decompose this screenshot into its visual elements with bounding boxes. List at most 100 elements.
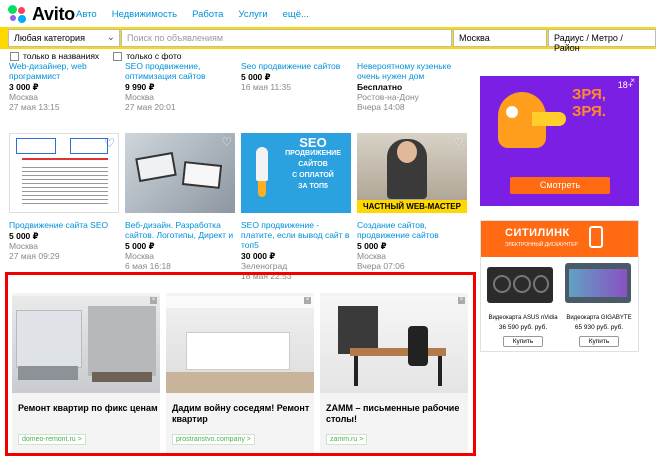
seo-line: С ОПЛАТОЙ (292, 172, 334, 179)
with-photo-label: только с фото (126, 51, 182, 61)
with-photo-checkbox[interactable]: только с фото (113, 51, 182, 61)
seo-line: SEO (299, 135, 327, 150)
ad-image[interactable] (320, 296, 468, 393)
listing-location: Москва (125, 92, 155, 102)
listing-location: Москва (9, 241, 39, 251)
listing-card[interactable]: Web-дизайнер, web программист 3 000 ₽ Мо… (9, 61, 119, 112)
listing-title[interactable]: Создание сайтов, продвижение сайтов (357, 220, 467, 240)
listing-price: 5 000 ₽ (9, 231, 39, 241)
listing-date: 27 мая 09:29 (9, 251, 60, 261)
interior-wall (88, 306, 156, 376)
top-navigation: Avito Авто Недвижимость Работа Услуги ещ… (0, 0, 656, 26)
nav-link-services[interactable]: Услуги (238, 9, 267, 20)
promo-banner[interactable]: 18+ × ЗРЯ, ЗРЯ. Смотреть (480, 76, 639, 206)
favorite-heart-icon[interactable]: ♡ (221, 135, 232, 149)
seo-line: ЗА ТОП5 (298, 183, 328, 190)
sofa-shape (18, 366, 78, 380)
ad-title[interactable]: ZAMM – письменные рабочие столы! (326, 403, 466, 425)
ad-domain[interactable]: domeo-remont.ru > (18, 434, 86, 445)
close-icon[interactable]: × (304, 297, 311, 304)
listing-card[interactable]: Продвижение сайта SEO 5 000 ₽ Москва 27 … (9, 220, 119, 261)
listing-location: Москва (357, 251, 387, 261)
product-name: Видеокарта GIGABYTE (566, 315, 632, 321)
listing-image[interactable]: ЧАСТНЫЙ WEB-МАСТЕР ♡ (357, 133, 467, 213)
close-icon[interactable]: × (458, 297, 465, 304)
window-shape (16, 310, 82, 368)
buy-button[interactable]: Купить (503, 336, 543, 347)
search-input[interactable]: Поиск по объявлениям (121, 29, 452, 47)
checkbox-box[interactable] (10, 51, 19, 61)
listing-date: 27 мая 13:15 (9, 102, 60, 112)
close-icon[interactable]: × (150, 297, 157, 304)
master-caption: ЧАСТНЫЙ WEB-МАСТЕР (357, 200, 467, 213)
gpu-image (565, 263, 631, 303)
listing-card[interactable]: Seo продвижение сайтов 5 000 ₽ 16 мая 11… (241, 61, 351, 92)
close-icon[interactable]: × (630, 76, 635, 85)
avito-logo[interactable]: Avito (8, 4, 75, 24)
listing-title[interactable]: SEO продвижение, оптимизация сайтов (125, 61, 235, 81)
seo-line: САЙТОВ (298, 161, 328, 168)
nav-link-jobs[interactable]: Работа (192, 9, 223, 20)
listing-title[interactable]: Продвижение сайта SEO (9, 220, 119, 230)
ad-image[interactable] (12, 296, 160, 393)
listing-image[interactable]: ♡ (9, 133, 119, 213)
listing-price: 5 000 ₽ (357, 241, 387, 251)
listing-location: Москва (9, 92, 39, 102)
ad-domain[interactable]: zamm.ru > (326, 434, 368, 445)
listing-card[interactable]: SEO продвижение, оптимизация сайтов 9 99… (125, 61, 235, 112)
nav-link-more[interactable]: ещё... (283, 9, 309, 20)
watch-button[interactable]: Смотреть (510, 177, 610, 194)
ad-card[interactable]: × Ремонт квартир по фикс ценам domeo-rem… (12, 293, 160, 453)
listing-price: 30 000 ₽ (241, 251, 276, 261)
listing-location: Москва (125, 251, 155, 261)
ad-title[interactable]: Дадим войну соседям! Ремонт квартир (172, 403, 312, 425)
listing-title[interactable]: Невероятному кузеньке очень нужен дом (357, 61, 467, 81)
cartoon-eye (506, 106, 518, 118)
listing-title[interactable]: Web-дизайнер, web программист (9, 61, 119, 81)
ad-domain[interactable]: prostranstvo.company > (172, 434, 255, 445)
ad-image[interactable] (166, 296, 314, 393)
laptop-shape (181, 161, 223, 189)
listing-date: 27 мая 20:01 (125, 102, 176, 112)
listing-price: 5 000 ₽ (125, 241, 155, 251)
favorite-heart-icon[interactable]: ♡ (453, 135, 464, 149)
listing-image[interactable]: ♡ (125, 133, 235, 213)
listing-card[interactable]: Веб-дизайн. Разработка сайтов. Логотипы,… (125, 220, 235, 271)
listing-card[interactable]: Создание сайтов, продвижение сайтов 5 00… (357, 220, 467, 271)
desk-top (350, 348, 446, 356)
listing-price: 3 000 ₽ (9, 82, 39, 92)
doc-block (16, 138, 56, 154)
doc-line (22, 158, 108, 160)
citilink-tagline: ЭЛЕКТРОННЫЙ ДИСКАУНТЕР (505, 242, 578, 248)
listing-image[interactable]: SEO ПРОДВИЖЕНИЕ САЙТОВ С ОПЛАТОЙ ЗА ТОП5 (241, 133, 351, 213)
hand-cursor-icon (589, 226, 603, 248)
city-select[interactable]: Москва (453, 29, 547, 47)
citilink-banner[interactable]: × СИТИЛИНК ЭЛЕКТРОННЫЙ ДИСКАУНТЕР Видеок… (480, 220, 639, 352)
checkbox-box[interactable] (113, 51, 123, 61)
nav-link-auto[interactable]: Авто (76, 9, 97, 20)
listing-date: 6 мая 16:18 (125, 261, 171, 271)
ad-card[interactable]: × ZAMM – письменные рабочие столы! zamm.… (320, 293, 468, 453)
listing-card[interactable]: Невероятному кузеньке очень нужен дом Бе… (357, 61, 467, 112)
buy-button[interactable]: Купить (579, 336, 619, 347)
ad-title[interactable]: Ремонт квартир по фикс ценам (18, 403, 158, 414)
listing-title[interactable]: Seo продвижение сайтов (241, 61, 351, 71)
doc-text-lines (22, 164, 108, 204)
category-select[interactable]: Любая категория ⌄ (8, 29, 120, 47)
listing-price: 9 990 ₽ (125, 82, 155, 92)
product-price: 65 930 руб. руб. (574, 324, 624, 331)
listing-title[interactable]: Веб-дизайн. Разработка сайтов. Логотипы,… (125, 220, 235, 240)
nav-link-realty[interactable]: Недвижимость (112, 9, 177, 20)
favorite-heart-icon[interactable]: ♡ (104, 136, 115, 150)
listing-title[interactable]: SEO продвижение - платите, если вывод са… (241, 220, 351, 250)
radius-select[interactable]: Радиус / Метро / Район (548, 29, 656, 53)
desk-leg (438, 356, 442, 386)
floor (166, 372, 314, 393)
listing-price: Бесплатно (357, 82, 403, 92)
category-nav: Авто Недвижимость Работа Услуги ещё... (76, 9, 309, 20)
seo-line: ПРОДВИЖЕНИЕ (285, 150, 341, 157)
ad-card[interactable]: × Дадим войну соседям! Ремонт квартир pr… (166, 293, 314, 453)
listing-location: Ростов-на-Дону (357, 92, 419, 102)
only-titles-checkbox[interactable]: только в названиях (10, 51, 99, 61)
avito-logo-icon (8, 5, 28, 23)
